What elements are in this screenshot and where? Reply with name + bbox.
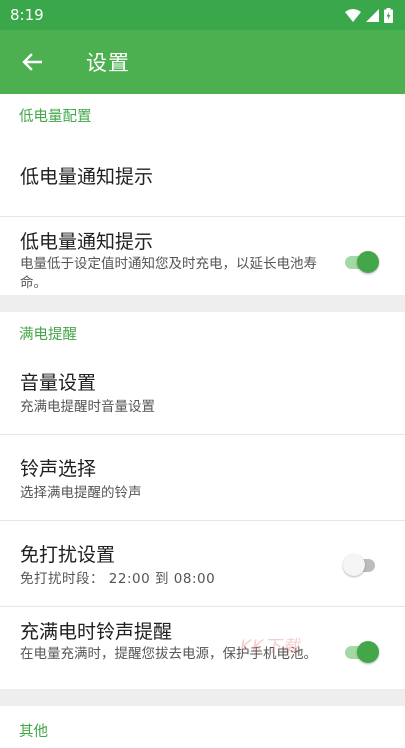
setting-low-battery-notify-toggle[interactable]: 低电量通知提示 电量低于设定值时通知您及时充电，以延长电池寿命。 [0, 217, 405, 295]
setting-low-battery-notify[interactable]: 低电量通知提示 [0, 136, 405, 216]
setting-title: 充满电时铃声提醒 [20, 621, 173, 643]
status-icons [345, 7, 393, 23]
setting-title: 低电量通知提示 [20, 231, 154, 253]
arrow-back-icon [22, 53, 42, 71]
dnd-start-time[interactable]: 22:00 [109, 571, 150, 587]
setting-title: 铃声选择 [20, 458, 97, 480]
setting-title: 免打扰设置 [20, 544, 116, 566]
dnd-period-label: 免打扰时段： [20, 571, 104, 587]
setting-title: 低电量通知提示 [20, 166, 154, 188]
status-time: 8:19 [10, 6, 44, 24]
dnd-end-time[interactable]: 08:00 [174, 571, 215, 587]
signal-icon [366, 8, 379, 22]
setting-volume[interactable]: 音量设置 充满电提醒时音量设置 [0, 354, 405, 434]
battery-charging-icon [384, 7, 393, 23]
switch-thumb [357, 251, 379, 273]
switch-thumb [357, 641, 379, 663]
setting-full-charge-ringtone[interactable]: 充满电时铃声提醒 在电量充满时，提醒您拔去电源，保护手机电池。 [0, 607, 405, 689]
setting-ringtone[interactable]: 铃声选择 选择满电提醒的铃声 [0, 435, 405, 520]
dnd-to-label: 到 [155, 571, 169, 587]
switch-thumb [343, 554, 365, 576]
setting-title: 音量设置 [20, 372, 97, 394]
low-battery-switch[interactable] [343, 250, 379, 273]
setting-subtitle: 电量低于设定值时通知您及时充电，以延长电池寿命。 [20, 256, 317, 291]
page-title: 设置 [86, 51, 130, 75]
back-button[interactable] [4, 34, 60, 90]
setting-do-not-disturb[interactable]: 免打扰设置 免打扰时段： 22:00 到 08:00 [0, 521, 405, 606]
section-header-label: 其他 [19, 724, 48, 740]
section-header-label: 低电量配置 [19, 108, 92, 125]
section-header-low-battery: 低电量配置 [0, 94, 405, 136]
watermark-logo: KK下载 [240, 637, 301, 657]
dnd-switch[interactable] [343, 553, 379, 576]
full-charge-ringtone-switch[interactable] [343, 640, 379, 663]
status-bar: 8:19 [0, 0, 405, 30]
setting-subtitle: 充满电提醒时音量设置 [20, 399, 155, 415]
section-header-label: 满电提醒 [19, 326, 77, 343]
wifi-icon [345, 8, 361, 22]
dnd-period: 免打扰时段： 22:00 到 08:00 [20, 570, 215, 589]
setting-subtitle: 选择满电提醒的铃声 [20, 485, 142, 501]
app-bar: 设置 [0, 30, 405, 94]
section-header-other: 其他 [0, 706, 405, 748]
settings-list[interactable]: 低电量配置 低电量通知提示 低电量通知提示 电量低于设定值时通知您及时充电，以延… [0, 94, 405, 748]
section-header-full-battery: 满电提醒 [0, 312, 405, 354]
